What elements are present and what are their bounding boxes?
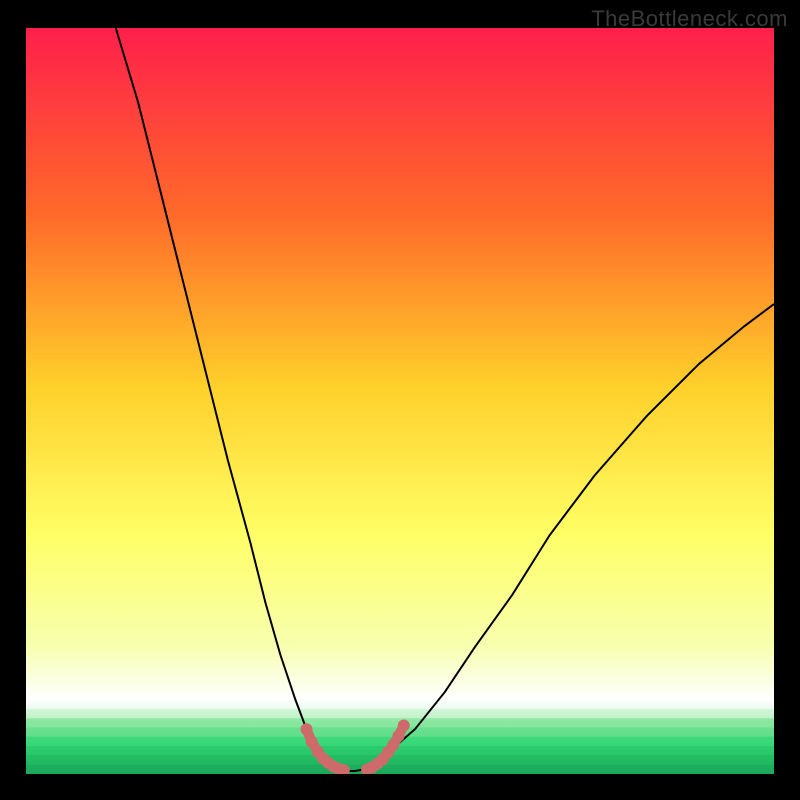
watermark-text: TheBottleneck.com [591,6,788,32]
chart-frame: TheBottleneck.com [0,0,800,800]
marker-dot [393,730,405,742]
marker-dot [301,723,313,735]
chart-plot-area [26,28,774,774]
chart-svg [26,28,774,774]
marker-dot [398,720,410,732]
